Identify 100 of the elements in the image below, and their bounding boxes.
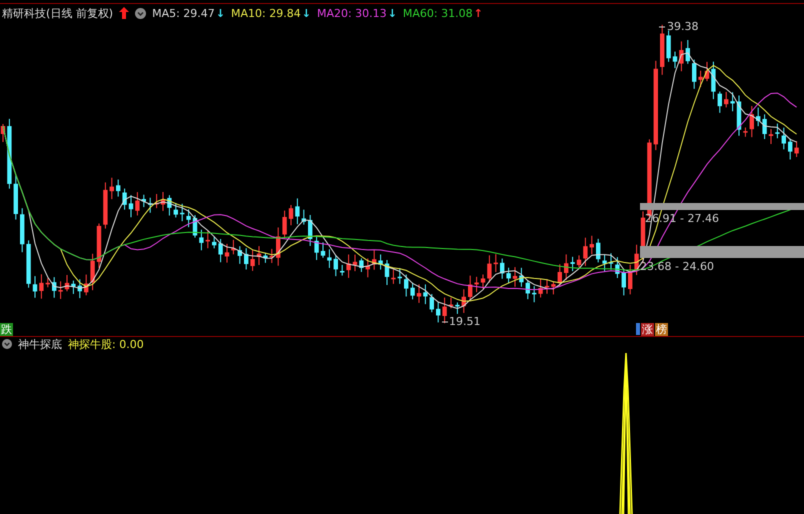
candlestick bbox=[212, 236, 216, 249]
candlestick bbox=[782, 127, 786, 150]
trend-arrow: ↓ bbox=[216, 6, 226, 20]
trend-arrow: ↓ bbox=[388, 6, 397, 20]
candlestick bbox=[698, 70, 703, 88]
candlestick bbox=[366, 258, 370, 278]
candlestick bbox=[154, 194, 159, 209]
candlestick bbox=[372, 250, 376, 270]
candlestick bbox=[608, 252, 614, 270]
candlestick bbox=[775, 123, 780, 139]
candlestick bbox=[462, 288, 466, 314]
candlestick bbox=[602, 254, 607, 272]
candlestick bbox=[142, 194, 146, 208]
moving-average-reading: MA20: 30.13 bbox=[316, 6, 387, 20]
chart-title: 精研科技(日线 前复权) bbox=[2, 6, 114, 20]
candlestick bbox=[39, 274, 44, 300]
candlestick bbox=[423, 284, 428, 305]
signal-badge: 榜 bbox=[655, 323, 668, 336]
candlestick bbox=[494, 254, 498, 273]
candlestick bbox=[480, 274, 486, 290]
candlestick bbox=[52, 276, 56, 298]
candlestick bbox=[320, 242, 326, 258]
candlestick bbox=[64, 274, 70, 292]
candlestick bbox=[116, 179, 120, 198]
candlestick bbox=[679, 40, 684, 72]
candlestick bbox=[718, 91, 722, 114]
candlestick bbox=[692, 59, 696, 90]
candlestick bbox=[224, 243, 230, 264]
candlestick bbox=[628, 264, 632, 295]
candlestick bbox=[666, 30, 671, 62]
candlestick bbox=[90, 253, 95, 291]
candlestick bbox=[736, 95, 742, 136]
candlestick bbox=[634, 244, 639, 276]
candlestick bbox=[14, 174, 18, 220]
candlestick bbox=[398, 268, 402, 284]
candlestick bbox=[743, 127, 748, 138]
candlestick bbox=[218, 238, 223, 263]
candlestick bbox=[84, 274, 88, 296]
candlestick bbox=[660, 24, 664, 76]
candlestick bbox=[768, 128, 774, 144]
candlestick bbox=[615, 256, 620, 279]
leader-line bbox=[658, 26, 666, 28]
candlestick bbox=[282, 210, 287, 239]
signal-icon bbox=[636, 323, 640, 335]
candlestick bbox=[186, 208, 191, 228]
candlestick bbox=[206, 230, 210, 249]
candlestick bbox=[167, 194, 172, 216]
candlestick bbox=[512, 266, 518, 288]
candlestick bbox=[622, 270, 626, 296]
candlestick bbox=[576, 254, 582, 268]
high-price-label: 39.38 bbox=[667, 20, 698, 33]
candlestick bbox=[7, 118, 12, 190]
candlestick bbox=[711, 61, 716, 100]
signal-badge: 涨 bbox=[641, 323, 654, 336]
candlestick bbox=[288, 204, 294, 226]
candlestick bbox=[519, 267, 524, 288]
candlestick bbox=[270, 248, 274, 264]
candlestick bbox=[468, 275, 472, 301]
candlestick bbox=[730, 92, 735, 112]
moving-average-reading: MA5: 29.47 bbox=[152, 6, 215, 20]
candlestick bbox=[122, 188, 127, 210]
candlestick bbox=[256, 246, 262, 266]
candlestick bbox=[346, 254, 351, 278]
candlestick bbox=[20, 208, 24, 253]
candlestick bbox=[391, 269, 396, 284]
candlestick bbox=[672, 51, 678, 69]
candlestick bbox=[756, 107, 760, 127]
candlestick bbox=[327, 248, 332, 268]
candlestick bbox=[570, 256, 575, 272]
candlestick bbox=[487, 254, 492, 284]
candlestick bbox=[404, 274, 408, 298]
up-arrow-icon bbox=[119, 7, 130, 19]
indicator-reading: 神探牛股: 0.00 bbox=[68, 336, 144, 352]
candlestick bbox=[71, 280, 76, 294]
candlestick bbox=[750, 106, 754, 138]
candlestick bbox=[436, 302, 440, 323]
candlestick bbox=[410, 282, 415, 300]
dropdown-icon[interactable] bbox=[135, 8, 146, 18]
candlestick bbox=[238, 246, 242, 264]
candlestick bbox=[174, 202, 178, 218]
candlestick bbox=[340, 264, 344, 276]
candlestick bbox=[448, 297, 454, 309]
candlestick bbox=[794, 140, 799, 158]
candlestick bbox=[384, 259, 390, 286]
candlestick bbox=[762, 114, 767, 140]
candlestick bbox=[46, 278, 50, 288]
candlestick bbox=[0, 124, 6, 142]
candlestick bbox=[788, 138, 792, 160]
moving-average-reading: MA60: 31.08 bbox=[402, 6, 473, 20]
candlestick bbox=[583, 237, 588, 266]
candlestick bbox=[295, 198, 300, 225]
trend-arrow: ↓ bbox=[302, 6, 311, 20]
trend-arrow: ↑ bbox=[474, 6, 483, 20]
dropdown-icon[interactable] bbox=[2, 339, 12, 349]
candlestick bbox=[352, 254, 358, 272]
candlestick bbox=[455, 302, 460, 314]
candlestick bbox=[58, 280, 63, 300]
candlestick bbox=[110, 177, 114, 200]
candlestick bbox=[544, 278, 550, 294]
candlestick bbox=[96, 223, 102, 269]
